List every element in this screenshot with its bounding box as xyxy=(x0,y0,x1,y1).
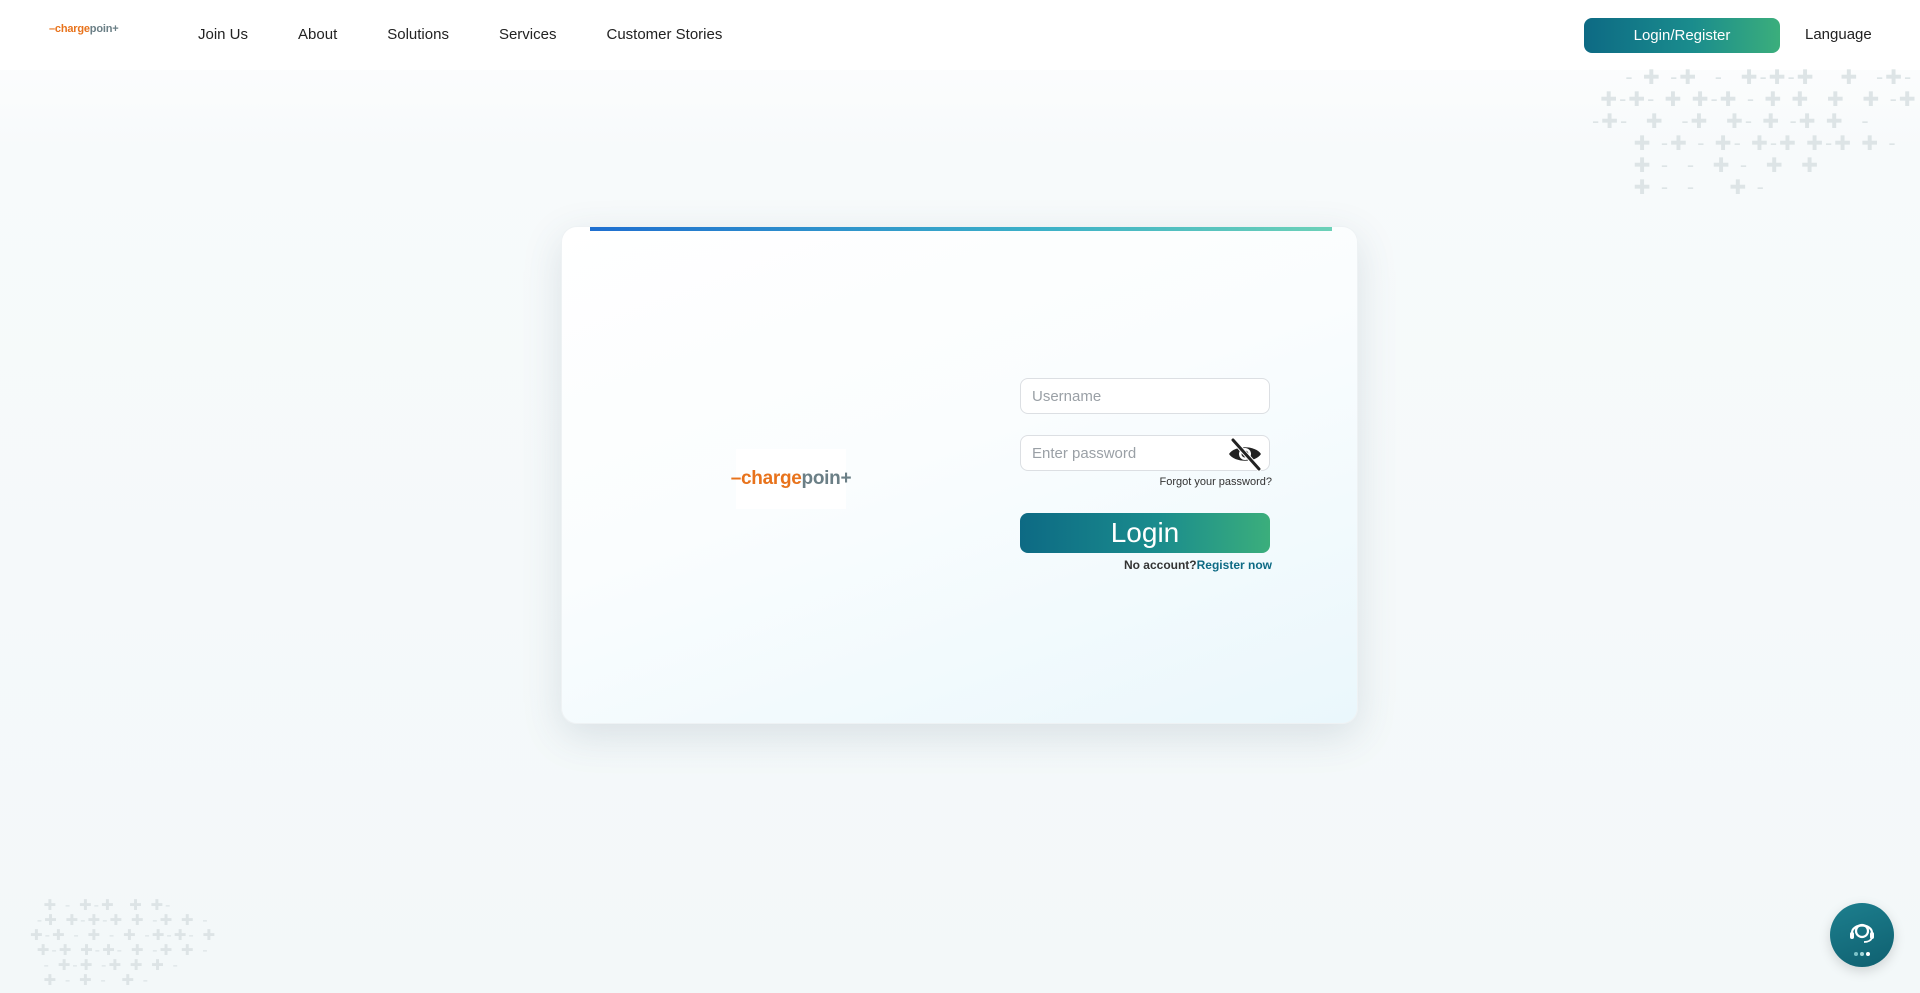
main-nav: Join Us About Solutions Services Custome… xyxy=(198,26,772,43)
logo-dash: – xyxy=(730,468,742,489)
card-accent-bar xyxy=(590,227,1332,231)
register-now-link[interactable]: Register now xyxy=(1197,558,1272,572)
nav-customer-stories[interactable]: Customer Stories xyxy=(606,26,722,43)
logo-charge-text: charge xyxy=(741,468,802,489)
nav-about[interactable]: About xyxy=(298,26,337,43)
login-form: Forgot your password? Login No account?R… xyxy=(1020,378,1272,572)
password-field-wrapper xyxy=(1020,435,1270,471)
customer-support-chat-button[interactable] xyxy=(1830,903,1894,967)
username-input[interactable] xyxy=(1032,387,1222,405)
nav-join-us[interactable]: Join Us xyxy=(198,26,248,43)
decorative-plus-pattern: - ✚ -✚ - ✚-✚-✚ ✚ -✚- - ✚-✚- ✚ ✚-✚ - ✚ ✚ … xyxy=(1592,65,1918,199)
password-input[interactable] xyxy=(1032,444,1222,462)
login-register-button[interactable]: Login/Register xyxy=(1584,18,1780,53)
logo-charge-text: charge xyxy=(54,23,90,35)
language-selector[interactable]: Language xyxy=(1805,26,1872,43)
register-prompt: No account?Register now xyxy=(1020,558,1272,572)
login-button[interactable]: Login xyxy=(1020,513,1270,553)
logo-point-text: poin+ xyxy=(801,468,852,489)
login-card: – charge poin+ Forgot your password? Log… xyxy=(561,226,1358,724)
customer-support-icon xyxy=(1850,923,1874,956)
header-logo[interactable]: – charge poin+ xyxy=(49,23,119,35)
no-account-text: No account? xyxy=(1123,558,1197,572)
card-logo: – charge poin+ xyxy=(731,449,852,509)
decorative-plus-pattern-bottom: ✚ - ✚-✚ ✚ ✚- -✚ ✚-✚-✚ ✚ -✚ ✚ - ✚-✚ - ✚ -… xyxy=(30,896,218,989)
logo-point-text: poin+ xyxy=(89,23,119,35)
eye-slash-icon[interactable] xyxy=(1225,437,1265,471)
site-header: – charge poin+ Join Us About Solutions S… xyxy=(0,0,1920,70)
username-field-wrapper xyxy=(1020,378,1270,414)
nav-solutions[interactable]: Solutions xyxy=(387,26,449,43)
forgot-password-link[interactable]: Forgot your password? xyxy=(1020,476,1273,488)
nav-services[interactable]: Services xyxy=(499,26,557,43)
